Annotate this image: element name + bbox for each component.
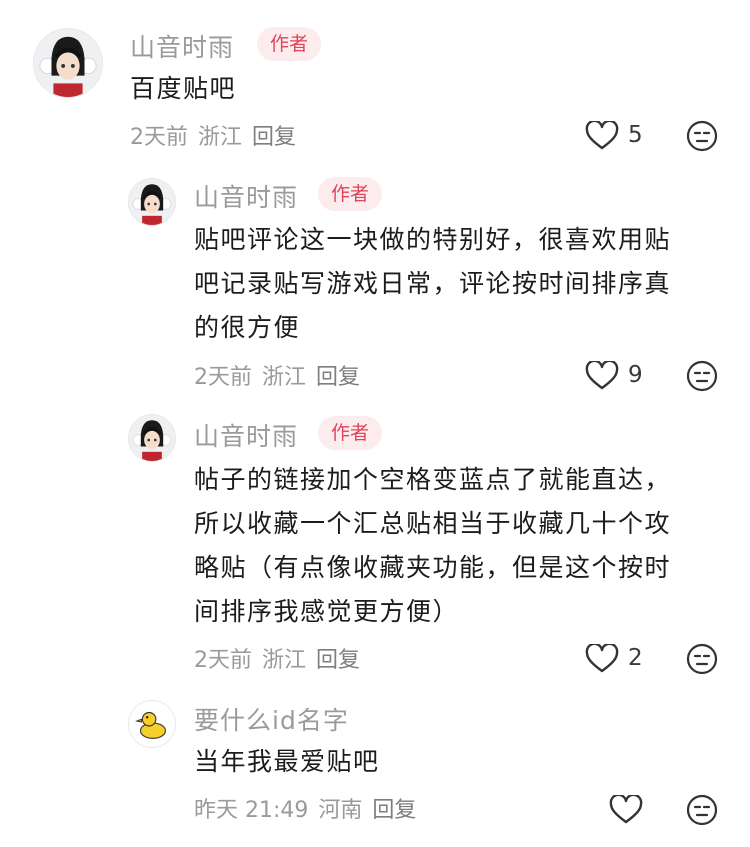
- anime-girl-avatar-icon: [129, 415, 175, 461]
- like-count: 9: [628, 362, 643, 388]
- comment-meta: 2天前 浙江 回复: [194, 642, 370, 674]
- username[interactable]: 山音时雨: [194, 417, 298, 453]
- avatar[interactable]: [128, 414, 176, 462]
- region: 河南: [318, 798, 363, 823]
- heart-icon[interactable]: [585, 644, 619, 674]
- region: 浙江: [198, 125, 243, 150]
- reply-button[interactable]: 回复: [252, 125, 296, 150]
- author-badge: 作者: [318, 416, 383, 450]
- unamused-face-icon[interactable]: [686, 794, 718, 826]
- unamused-face-icon[interactable]: [686, 120, 718, 152]
- like-count: 5: [628, 122, 643, 148]
- comment-meta: 2天前 浙江 回复: [130, 119, 306, 151]
- anime-girl-avatar-icon: [129, 179, 175, 225]
- reply-button[interactable]: 回复: [316, 648, 360, 673]
- comment-text: 帖子的链接加个空格变蓝点了就能直达， 所以收藏一个汇总贴相当于收藏几十个攻 略贴…: [194, 465, 672, 626]
- avatar[interactable]: [33, 28, 103, 98]
- unamused-face-icon[interactable]: [686, 643, 718, 675]
- timestamp: 昨天 21:49: [194, 798, 309, 823]
- reply-button[interactable]: 回复: [316, 365, 360, 390]
- comment-text: 当年我最爱贴吧: [194, 747, 380, 776]
- region: 浙江: [262, 365, 307, 390]
- comment-text: 百度贴吧: [130, 74, 237, 103]
- timestamp: 2天前: [194, 648, 252, 673]
- avatar[interactable]: [128, 700, 176, 748]
- comment-meta: 2天前 浙江 回复: [194, 359, 370, 391]
- heart-icon[interactable]: [609, 795, 643, 825]
- username[interactable]: 要什么id名字: [194, 701, 349, 737]
- yellow-duck-avatar-icon: [129, 701, 175, 747]
- comment-text: 贴吧评论这一块做的特别好，很喜欢用贴 吧记录贴写游戏日常，评论按时间排序真 的很…: [194, 225, 672, 342]
- reply-button[interactable]: 回复: [372, 798, 416, 823]
- heart-icon[interactable]: [585, 121, 619, 151]
- timestamp: 2天前: [194, 365, 252, 390]
- avatar[interactable]: [128, 178, 176, 226]
- like-count: 2: [628, 645, 643, 671]
- unamused-face-icon[interactable]: [686, 360, 718, 392]
- anime-girl-avatar-icon: [34, 29, 102, 97]
- author-badge: 作者: [257, 27, 322, 61]
- heart-icon[interactable]: [585, 361, 619, 391]
- region: 浙江: [262, 648, 307, 673]
- timestamp: 2天前: [130, 125, 188, 150]
- username[interactable]: 山音时雨: [194, 178, 298, 214]
- username[interactable]: 山音时雨: [130, 28, 234, 64]
- comment-meta: 昨天 21:49 河南 回复: [194, 792, 426, 824]
- author-badge: 作者: [318, 177, 383, 211]
